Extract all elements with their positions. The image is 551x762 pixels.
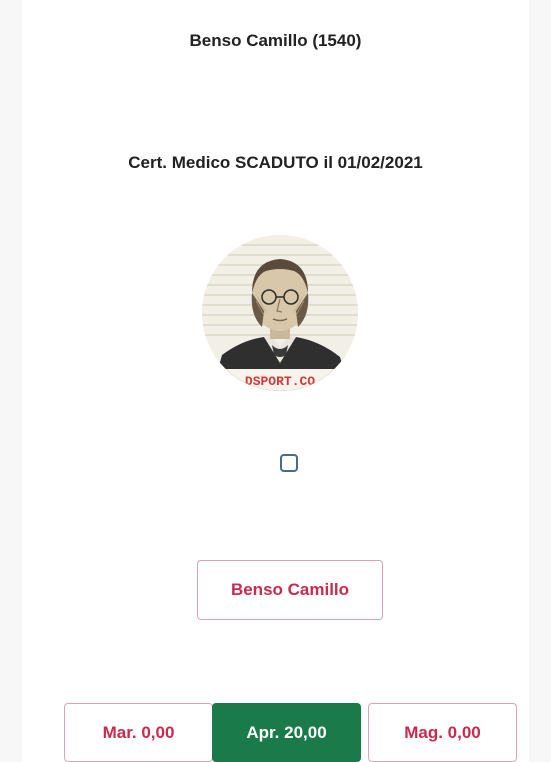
- page: Benso Camillo (1540) Cert. Medico SCADUT…: [0, 0, 551, 762]
- portrait-image: DSPORT.CO: [202, 235, 358, 391]
- month-button-apr[interactable]: Apr. 20,00: [212, 703, 361, 762]
- person-name-button[interactable]: Benso Camillo: [197, 560, 383, 620]
- certificate-status: Cert. Medico SCADUTO il 01/02/2021: [128, 153, 423, 172]
- page-title: Benso Camillo (1540): [189, 31, 362, 50]
- right-margin: [529, 0, 551, 762]
- avatar: DSPORT.CO: [202, 235, 358, 391]
- select-checkbox[interactable]: [280, 454, 298, 472]
- left-margin: [0, 0, 22, 762]
- month-button-mag[interactable]: Mag. 0,00: [368, 703, 517, 762]
- watermark-text: DSPORT.CO: [245, 374, 315, 389]
- month-button-mar[interactable]: Mar. 0,00: [64, 703, 213, 762]
